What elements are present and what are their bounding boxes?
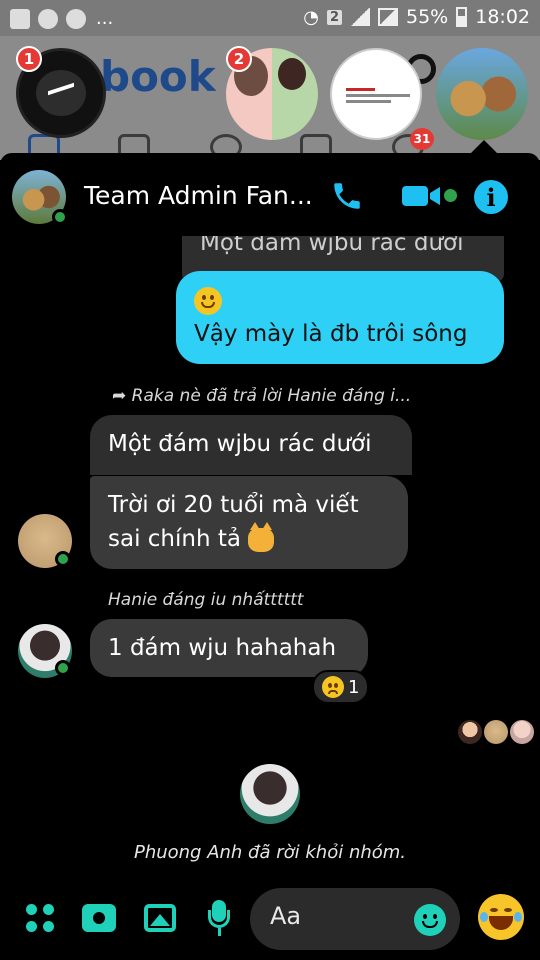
signal-2-icon bbox=[378, 8, 398, 26]
reply-indicator: ➦ Raka nè đã trả lời Hanie đáng i... bbox=[112, 386, 411, 406]
system-message: Phuong Anh đã rời khỏi nhóm. bbox=[133, 842, 407, 863]
video-call-icon[interactable] bbox=[402, 184, 442, 208]
outgoing-message-bubble[interactable]: Vậy mày là đb trôi sông bbox=[176, 271, 504, 364]
battery-percent: 55% bbox=[406, 6, 449, 28]
quoted-text: Một đám wjbu rác dưới bbox=[200, 236, 464, 256]
outgoing-message-text: Vậy mày là đb trôi sông bbox=[194, 321, 468, 347]
phone-call-icon[interactable] bbox=[330, 179, 364, 213]
notifications-badge: 31 bbox=[410, 128, 434, 150]
online-indicator bbox=[52, 209, 68, 225]
white-chat-head[interactable] bbox=[330, 48, 422, 140]
crying-face-emoji bbox=[322, 676, 344, 698]
incoming-message-text: Trời ơi 20 tuổi mà viết sai chính tả bbox=[108, 492, 359, 552]
signal-icon bbox=[350, 8, 370, 26]
video-active-indicator bbox=[444, 189, 457, 202]
incoming-quoted-message[interactable]: Một đám wjbu rác dưới bbox=[90, 415, 412, 475]
crying-cat-emoji bbox=[248, 521, 275, 552]
quoted-text: Một đám wjbu rác dưới bbox=[108, 431, 372, 457]
conversation-title[interactable]: Team Admin Fan... bbox=[84, 181, 313, 210]
more-actions-icon[interactable] bbox=[26, 904, 54, 932]
online-indicator bbox=[55, 660, 71, 676]
messenger-notification-icon bbox=[38, 8, 58, 29]
messenger-icon bbox=[36, 70, 86, 116]
chat-head-pointer bbox=[470, 140, 498, 154]
left-member-avatar bbox=[240, 764, 300, 824]
media-notification-icon bbox=[66, 8, 86, 29]
message-reaction[interactable]: 1 bbox=[312, 670, 370, 704]
seen-avatar bbox=[484, 720, 508, 744]
clock: 18:02 bbox=[475, 6, 530, 28]
emoji-picker-icon[interactable] bbox=[414, 904, 446, 936]
incoming-message-text: 1 đám wju hahahah bbox=[108, 635, 337, 661]
chat-head-badge: 2 bbox=[226, 46, 252, 72]
status-bar: ... ◔ 2 55% 18:02 bbox=[0, 0, 540, 36]
message-input-placeholder: Aa bbox=[270, 902, 302, 930]
incoming-message-bubble[interactable]: Trời ơi 20 tuổi mà viết sai chính tả bbox=[90, 476, 408, 569]
sender-name: Hanie đáng iu nhấtttttt bbox=[108, 590, 304, 610]
laughing-emoji-quick-reaction-icon[interactable] bbox=[478, 894, 524, 940]
smiling-face-emoji bbox=[194, 287, 222, 315]
battery-icon bbox=[456, 7, 468, 27]
gallery-icon[interactable] bbox=[144, 904, 176, 932]
facebook-wordmark: book bbox=[100, 52, 216, 101]
message-input[interactable]: Aa bbox=[250, 888, 460, 950]
sim-slot-indicator: 2 bbox=[326, 9, 342, 25]
camera-icon[interactable] bbox=[82, 904, 116, 932]
seen-avatar bbox=[510, 720, 534, 744]
wifi-icon: ◔ bbox=[303, 6, 319, 28]
gallery-notification-icon bbox=[10, 8, 30, 29]
reply-arrow-icon: ➦ bbox=[112, 386, 132, 406]
info-icon[interactable]: i bbox=[474, 180, 508, 214]
conversation-header: Team Admin Fan... i bbox=[0, 153, 540, 239]
reply-indicator-text: Raka nè đã trả lời Hanie đáng i... bbox=[131, 386, 412, 406]
chat-head-badge: 1 bbox=[16, 46, 42, 72]
incoming-message-bubble[interactable]: 1 đám wju hahahah bbox=[90, 619, 368, 677]
document-thumbnail bbox=[346, 88, 410, 108]
cats-chat-head[interactable] bbox=[436, 48, 528, 140]
seen-avatar bbox=[458, 720, 482, 744]
more-notifications-icon: ... bbox=[96, 8, 114, 29]
microphone-icon[interactable] bbox=[208, 900, 230, 936]
online-indicator bbox=[55, 551, 71, 567]
reaction-count: 1 bbox=[348, 676, 360, 698]
